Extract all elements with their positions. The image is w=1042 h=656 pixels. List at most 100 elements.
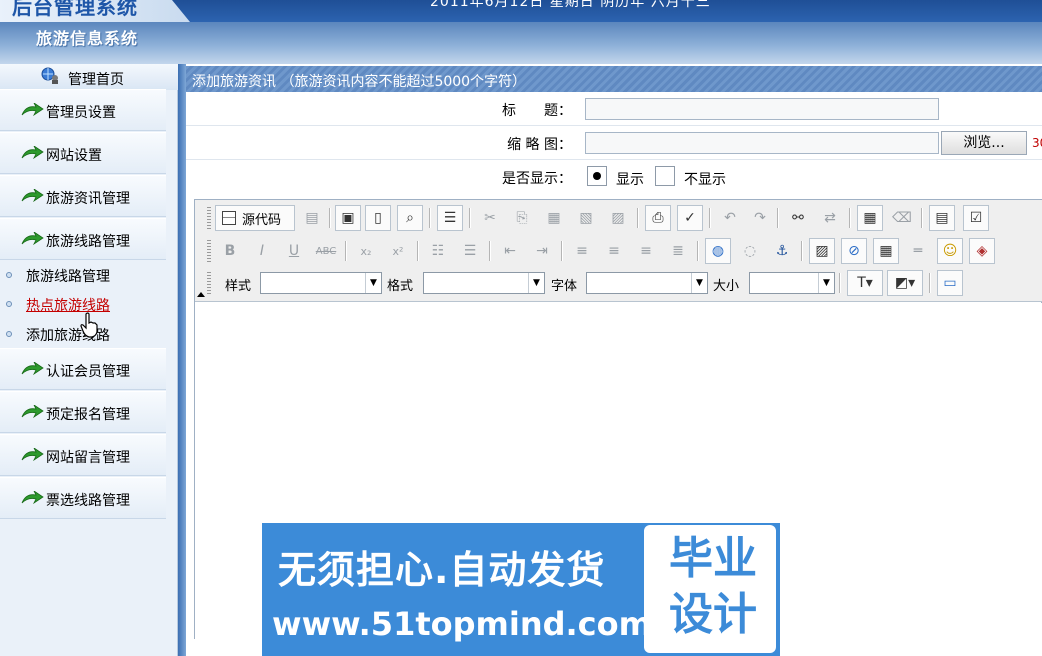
indent-icon[interactable]: ⇥	[529, 238, 555, 264]
sidebar-item-travel-news[interactable]: 旅游资讯管理	[0, 175, 166, 217]
bg-color-icon[interactable]: ◩▾	[887, 270, 923, 296]
checkbox-icon[interactable]: ☑	[963, 205, 989, 231]
copy-icon[interactable]: ⎘	[509, 205, 535, 231]
smiley-icon[interactable]: ☺	[937, 238, 963, 264]
sidebar-item-label: 旅游资讯管理	[46, 191, 130, 207]
title-row: 标 题：	[186, 92, 1042, 126]
table-icon[interactable]: ▦	[873, 238, 899, 264]
toolbar-separator	[921, 208, 923, 228]
ad-url-text: www.51topmind.com	[272, 605, 652, 643]
submenu-label: 旅游线路管理	[26, 269, 110, 285]
anchor-icon[interactable]: ⚓	[769, 238, 795, 264]
toolbar-separator	[709, 208, 711, 228]
sidebar-item-label: 预定报名管理	[46, 407, 130, 423]
sidebar-home-link[interactable]: 管理首页	[0, 64, 178, 90]
underline-icon[interactable]: U	[281, 238, 307, 264]
ad-logo-box: 毕业设计	[644, 525, 776, 653]
paste-icon[interactable]: ▦	[541, 205, 567, 231]
image-icon[interactable]: ▨	[809, 238, 835, 264]
text-color-icon[interactable]: T▾	[847, 270, 883, 296]
chevron-down-icon: ▼	[691, 273, 707, 293]
italic-icon[interactable]: I	[249, 238, 275, 264]
green-arrow-icon	[21, 146, 44, 160]
sidebar-item-booking[interactable]: 预定报名管理	[0, 391, 166, 433]
link-icon[interactable]: ◍	[705, 238, 731, 264]
sidebar-item-label: 网站设置	[46, 148, 102, 164]
redo-icon[interactable]: ↷	[747, 205, 773, 231]
logo-tab: 后台管理系统	[0, 0, 190, 22]
source-code-button[interactable]: 源代码	[215, 205, 295, 231]
sidebar-item-site-settings[interactable]: 网站设置	[0, 132, 166, 174]
save-icon[interactable]: ▣	[335, 205, 361, 231]
print-icon[interactable]: ⎙	[645, 205, 671, 231]
collapse-toolbar-icon[interactable]	[197, 292, 205, 297]
bullet-icon	[6, 272, 12, 278]
undo-icon[interactable]: ↶	[717, 205, 743, 231]
source-code-label: 源代码	[242, 212, 282, 228]
green-arrow-icon	[21, 491, 44, 505]
green-arrow-icon	[21, 232, 44, 246]
template-icon[interactable]: ☰	[437, 205, 463, 231]
superscript-icon[interactable]: x²	[385, 238, 411, 264]
sidebar-item-guestbook[interactable]: 网站留言管理	[0, 434, 166, 476]
format-select[interactable]: ▼	[423, 272, 545, 294]
special-char-icon[interactable]: ◈	[969, 238, 995, 264]
browse-button[interactable]: 浏览...	[941, 131, 1027, 155]
top-banner: 后台管理系统 2011年6月12日 星期日 阴历年 六月十三	[0, 0, 1042, 22]
numbered-list-icon[interactable]: ☷	[425, 238, 451, 264]
sidebar-item-travel-routes[interactable]: 旅游线路管理	[0, 218, 166, 260]
form-icon[interactable]: ▤	[929, 205, 955, 231]
thumbnail-file-input[interactable]	[585, 132, 939, 154]
sidebar-item-vote-routes[interactable]: 票选线路管理	[0, 477, 166, 519]
font-select[interactable]: ▼	[586, 272, 708, 294]
align-center-icon[interactable]: ≡	[601, 238, 627, 264]
flash-icon[interactable]: ⊘	[841, 238, 867, 264]
replace-icon[interactable]: ⇄	[817, 205, 843, 231]
thumbnail-label: 缩 略 图：	[507, 137, 572, 153]
horizontal-rule-icon[interactable]: ═	[905, 238, 931, 264]
sidebar-item-admin-settings[interactable]: 管理员设置	[0, 89, 166, 131]
ad-banner: 无须担心.自动发货 www.51topmind.com 毕业设计	[262, 523, 780, 656]
find-icon[interactable]: ⚯	[785, 205, 811, 231]
sidebar-item-member-auth[interactable]: 认证会员管理	[0, 348, 166, 390]
strikethrough-icon[interactable]: ABC	[313, 238, 339, 264]
display-yes-radio[interactable]	[587, 166, 607, 186]
spellcheck-icon[interactable]: ✓	[677, 205, 703, 231]
overflow-text: 30	[1032, 136, 1042, 150]
editor-toolbar: 源代码 ▤ ▣ ▯ ⌕ ☰ ✂ ⎘ ▦ ▧ ▨ ⎙ ✓ ↶ ↷ ⚯ ⇄ ▦ ⌫ …	[195, 200, 1042, 302]
title-input[interactable]	[585, 98, 939, 120]
select-all-icon[interactable]: ▦	[857, 205, 883, 231]
toolbar-separator	[561, 241, 563, 261]
preview-icon[interactable]: ⌕	[397, 205, 423, 231]
paste-word-icon[interactable]: ▨	[605, 205, 631, 231]
sidebar-divider	[178, 64, 186, 656]
align-right-icon[interactable]: ≡	[633, 238, 659, 264]
bullet-list-icon[interactable]: ☰	[457, 238, 483, 264]
outdent-icon[interactable]: ⇤	[497, 238, 523, 264]
submenu-route-management[interactable]: 旅游线路管理	[0, 264, 166, 286]
justify-icon[interactable]: ≣	[665, 238, 691, 264]
new-page-icon[interactable]: ▯	[365, 205, 391, 231]
bullet-icon	[6, 301, 12, 307]
save-draft-icon[interactable]: ▤	[299, 205, 325, 231]
maximize-icon[interactable]: ▭	[937, 270, 963, 296]
thumbnail-row: 缩 略 图： 浏览... 30	[186, 126, 1042, 160]
size-select[interactable]: ▼	[749, 272, 835, 294]
paste-text-icon[interactable]: ▧	[573, 205, 599, 231]
remove-format-icon[interactable]: ⌫	[889, 205, 915, 231]
green-arrow-icon	[21, 448, 44, 462]
green-arrow-icon	[21, 405, 44, 419]
unlink-icon[interactable]: ◌	[737, 238, 763, 264]
align-left-icon[interactable]: ≡	[569, 238, 595, 264]
font-label: 字体	[551, 279, 578, 294]
system-name: 旅游信息系统	[36, 29, 139, 48]
style-select[interactable]: ▼	[260, 272, 382, 294]
bold-icon[interactable]: B	[217, 238, 243, 264]
toolbar-row-2: B I U ABC x₂ x² ☷ ☰ ⇤ ⇥ ≡ ≡ ≡ ≣ ◍ ◌ ⚓ ▨ …	[205, 235, 1042, 267]
subscript-icon[interactable]: x₂	[353, 238, 379, 264]
display-no-radio[interactable]	[655, 166, 675, 186]
cut-icon[interactable]: ✂	[477, 205, 503, 231]
toolbar-row-3: 样式 ▼ 格式 ▼ 字体 ▼ 大小 ▼ T▾ ◩▾ ▭	[205, 267, 1042, 299]
toolbar-separator	[345, 241, 347, 261]
sidebar-home-label: 管理首页	[68, 72, 124, 88]
